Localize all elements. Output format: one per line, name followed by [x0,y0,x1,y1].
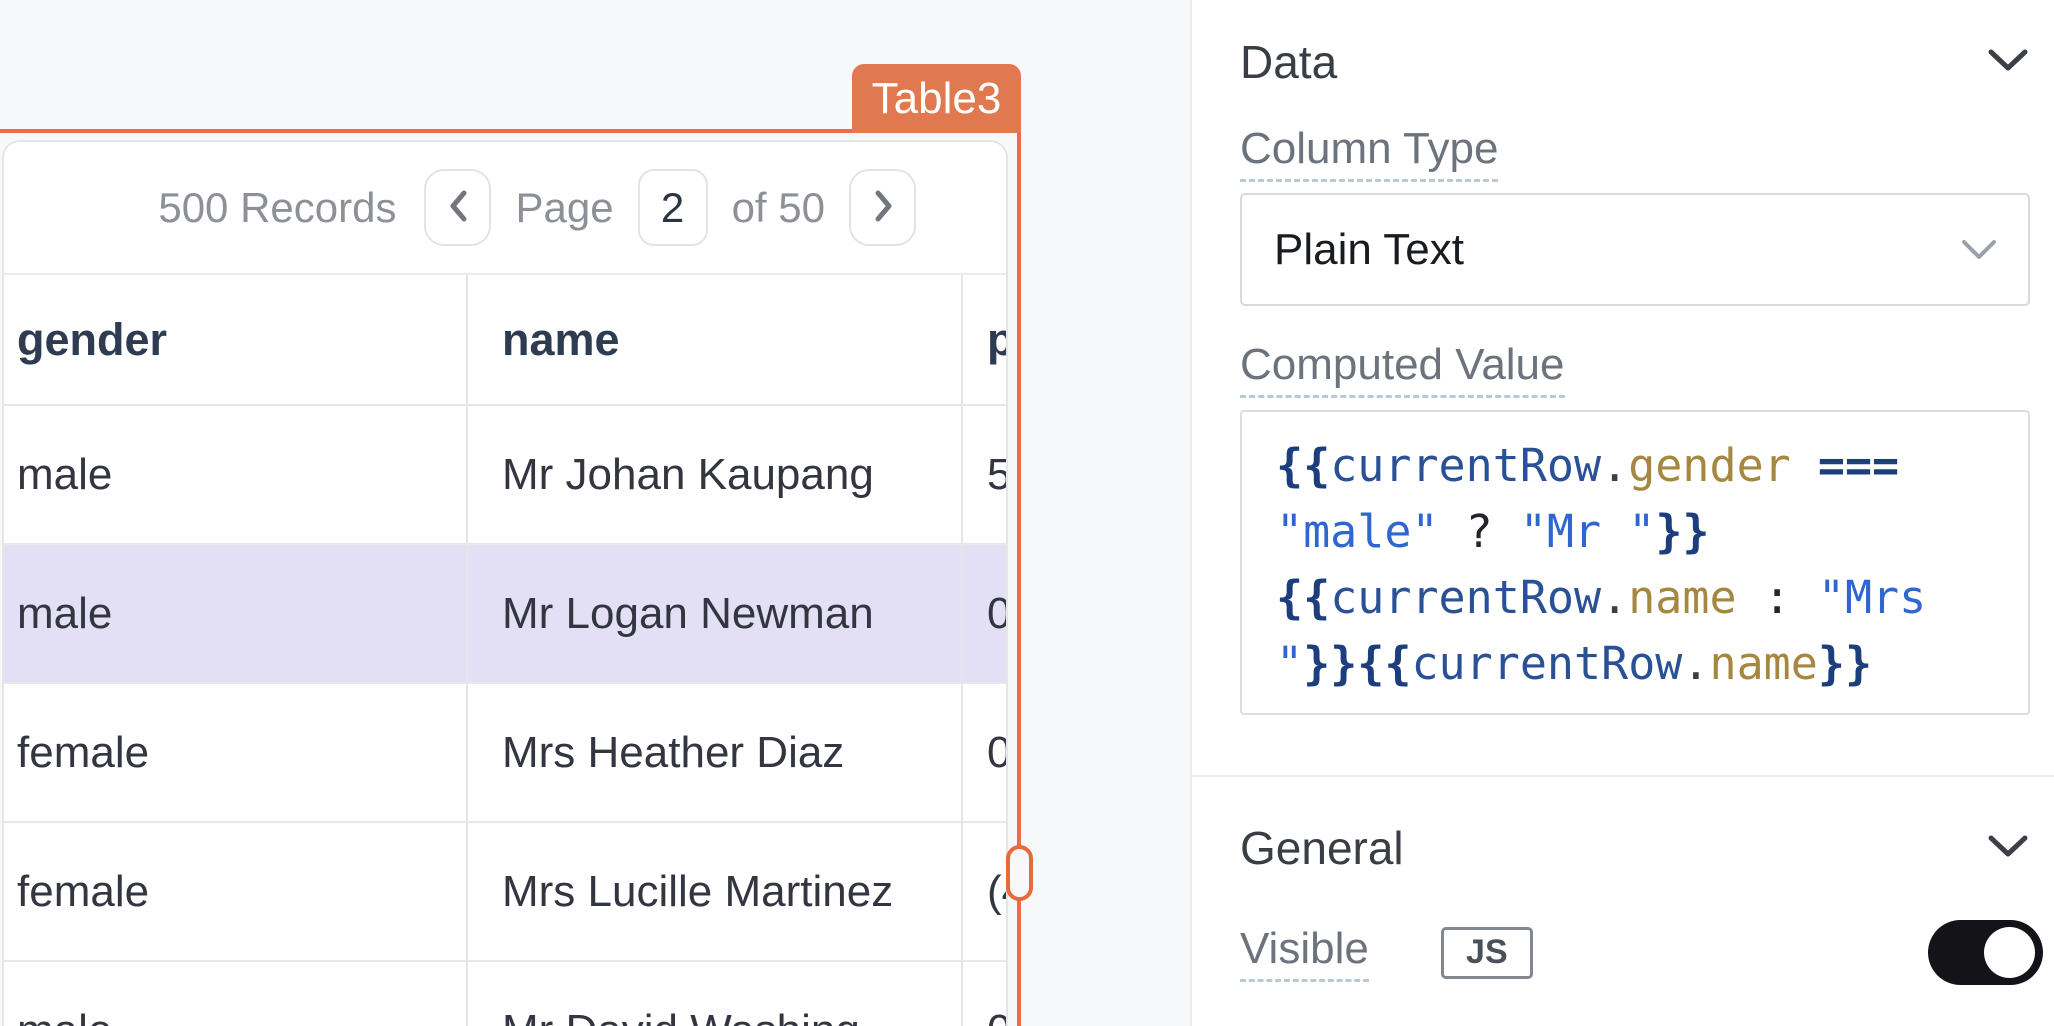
table-header-row: gender name p [4,275,1006,406]
table-body: male Mr Johan Kaupang 5 male Mr Logan Newman… [4,406,1006,1026]
table-cell-gender: male [17,962,112,1026]
table-cell-name: Mr Logan Newman [502,545,874,682]
table-cell-gender: male [17,406,112,543]
code-line: "male" ? "Mr "}} [1276,499,2028,565]
table-cell-name: Mr David Washing… [502,962,904,1026]
chevron-left-icon [446,188,470,227]
table-widget[interactable]: 500 Records Page of 50 gender name [2,140,1008,1026]
app-canvas: 500 Records Page of 50 gender name [0,0,2054,1026]
resize-handle[interactable] [1006,845,1033,901]
table-row[interactable]: male Mr David Washing… 0 [4,962,1006,1026]
js-toggle-button[interactable]: JS [1441,927,1533,979]
column-header-name[interactable]: name [502,275,620,404]
section-title: General [1240,821,1404,875]
computed-value-code-editor[interactable]: {{currentRow.gender ==="male" ? "Mr "}}{… [1240,410,2030,715]
prev-page-button[interactable] [424,169,491,246]
page-label: Page [515,184,613,232]
table-row[interactable]: female Mrs Heather Diaz 0 [4,684,1006,823]
table-row[interactable]: male Mr Logan Newman 0 [4,545,1006,684]
column-type-selected-value: Plain Text [1274,225,1960,275]
table-cell-gender: male [17,545,112,682]
next-page-button[interactable] [849,169,916,246]
chevron-right-icon [871,188,895,227]
table-cell-p: 0 [987,684,1008,821]
toggle-knob [1984,927,2035,978]
column-type-label: Column Type [1240,124,1498,182]
chevron-down-icon [1986,47,2030,78]
visible-setting-row: Visible JS [1240,920,2043,985]
table-cell-name: Mrs Lucille Martinez [502,823,893,960]
table-row[interactable]: male Mr Johan Kaupang 5 [4,406,1006,545]
table-cell-name: Mrs Heather Diaz [502,684,844,821]
visible-toggle[interactable] [1928,920,2043,985]
records-count-label: 500 Records [158,184,396,232]
table-cell-gender: female [17,823,149,960]
table-row[interactable]: female Mrs Lucille Martinez (4 [4,823,1006,962]
computed-value-label: Computed Value [1240,340,1565,398]
section-title: Data [1240,35,1337,89]
table-cell-p: 5 [987,406,1008,543]
column-type-select[interactable]: Plain Text [1240,193,2030,306]
code-line: "}}{{currentRow.name}} [1276,631,2028,697]
section-header-data[interactable]: Data [1240,34,2030,90]
table-cell-name: Mr Johan Kaupang [502,406,874,543]
table-cell-p: (4 [987,823,1008,960]
column-header-gender[interactable]: gender [17,275,167,404]
chevron-down-icon [1960,238,1998,262]
visible-label: Visible [1240,924,1369,982]
section-header-general[interactable]: General [1240,820,2030,876]
table-pagination-bar: 500 Records Page of 50 [4,142,1006,275]
chevron-down-icon [1986,833,2030,864]
page-total-label: of 50 [732,184,825,232]
table-cell-gender: female [17,684,149,821]
page-number-input[interactable] [638,169,708,246]
code-line: {{currentRow.gender === [1276,433,2028,499]
table-cell-p: 0 [987,962,1008,1026]
inspector-panel: Data Column Type Plain Text Computed Val… [1190,0,2054,1026]
component-name-tab[interactable]: Table3 [852,64,1021,133]
section-divider [1192,775,2054,777]
code-line: {{currentRow.name : "Mrs [1276,565,2028,631]
column-header-p[interactable]: p [987,275,1008,404]
table-cell-p: 0 [987,545,1008,682]
